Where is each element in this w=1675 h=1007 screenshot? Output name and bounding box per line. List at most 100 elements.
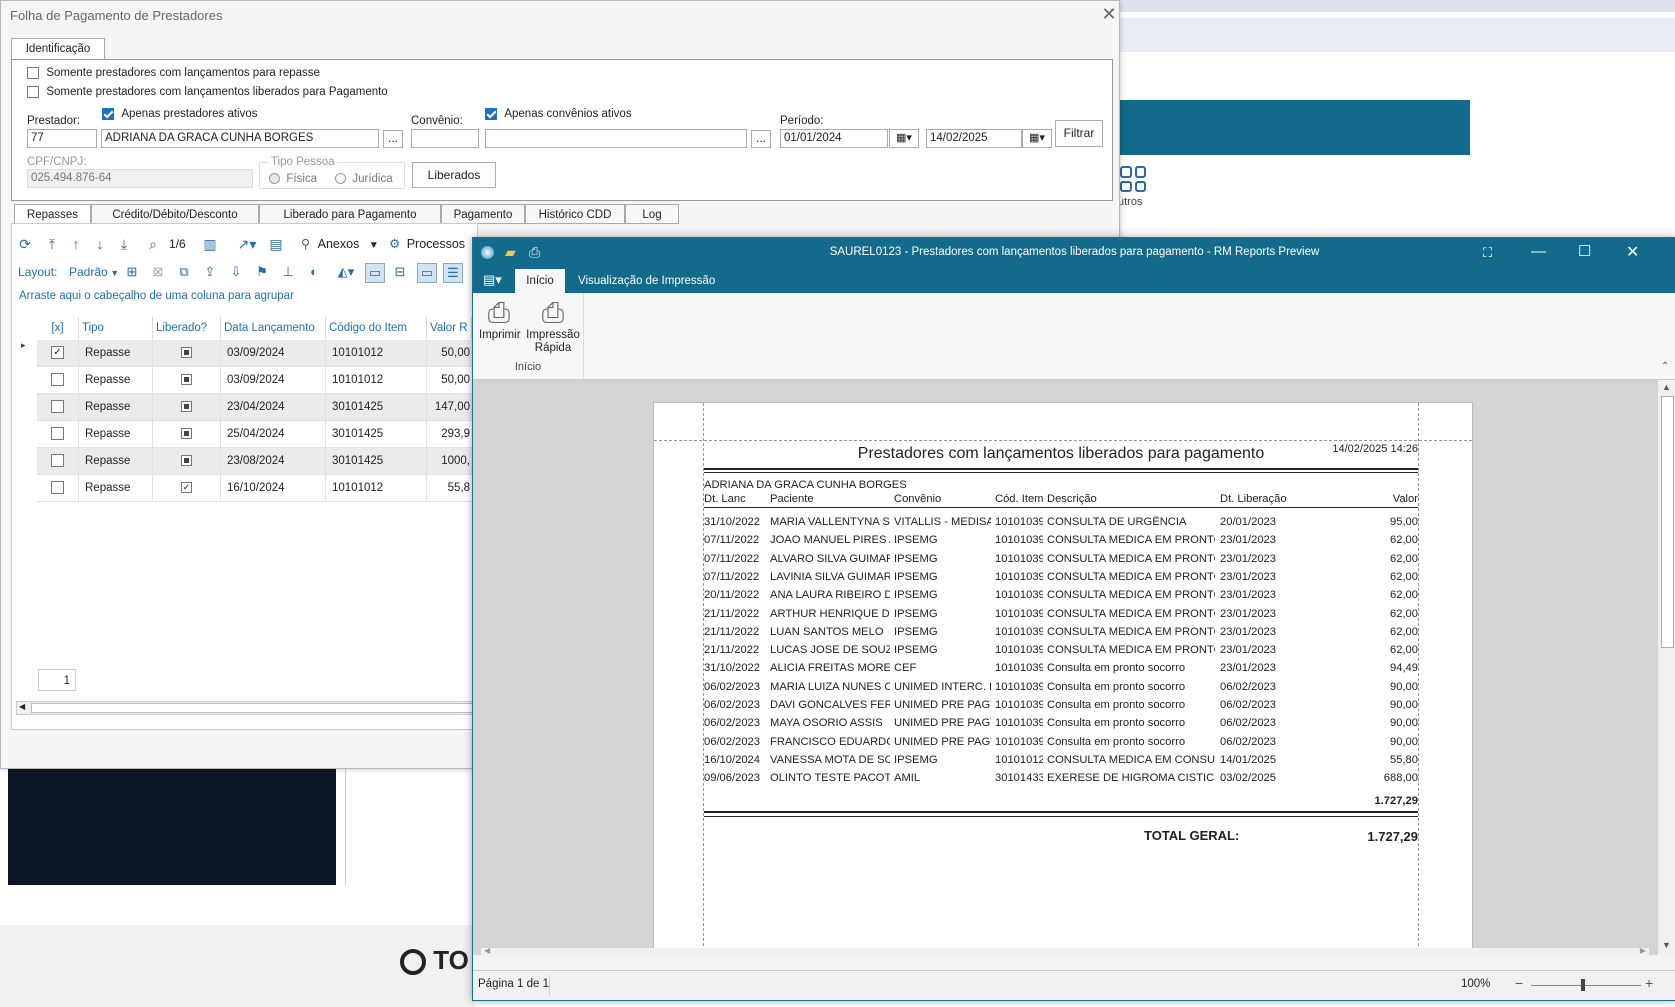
report-subtotal: 1.727,29 bbox=[1374, 795, 1418, 807]
convenio-lookup-button[interactable]: ... bbox=[751, 130, 771, 148]
ribbon-tab-visualizacao[interactable]: Visualização de Impressão bbox=[578, 269, 715, 293]
report-cell-convenio: IPSEMG bbox=[894, 570, 938, 583]
scrollbar-thumb[interactable] bbox=[31, 703, 473, 713]
check-liberados-row[interactable]: Somente prestadores com lançamentos libe… bbox=[27, 84, 388, 98]
prestador-name-input[interactable]: ADRIANA DA GRACA CUNHA BORGES bbox=[101, 129, 379, 148]
shapes-icon[interactable]: ◐ bbox=[305, 263, 323, 281]
check-repasse[interactable] bbox=[27, 66, 39, 79]
zoom-out-icon[interactable]: − bbox=[1515, 975, 1523, 991]
table-row[interactable]: Repasse 03/09/2024 10101012 50,00 bbox=[37, 367, 472, 394]
grid-header-select[interactable]: [x] bbox=[37, 317, 79, 339]
table-row[interactable]: Repasse 25/04/2024 30101425 293,9 bbox=[37, 421, 472, 448]
close-icon[interactable]: ✕ bbox=[1099, 4, 1119, 24]
close-icon[interactable]: ✕ bbox=[1626, 242, 1639, 262]
row-select-checkbox[interactable] bbox=[51, 373, 64, 387]
layout-top-icon[interactable]: ▭ bbox=[417, 263, 437, 283]
zoom-slider-thumb[interactable] bbox=[1581, 979, 1585, 991]
download-icon[interactable]: ⇩ bbox=[227, 263, 245, 281]
layout-split-icon[interactable]: ⊟ bbox=[391, 263, 409, 281]
row-select-checkbox[interactable]: ✓ bbox=[51, 346, 64, 360]
check-convenios-ativos[interactable] bbox=[485, 107, 497, 120]
chart-dropdown-icon[interactable]: ◭▾ bbox=[333, 263, 359, 281]
periodo-start-input[interactable]: 01/01/2024 bbox=[780, 129, 888, 148]
grid-header-tipo[interactable]: Tipo bbox=[79, 317, 153, 339]
edit-icon[interactable]: ⧉ bbox=[175, 263, 193, 281]
cell-valor: 293,9 bbox=[441, 428, 470, 440]
tab-log[interactable]: Log bbox=[625, 204, 679, 224]
report-cell-cod-item: 10101039 bbox=[995, 662, 1043, 675]
prestadores-ativos-row[interactable]: Apenas prestadores ativos bbox=[102, 106, 258, 120]
ribbon-menu-icon[interactable]: ▤▾ bbox=[483, 272, 502, 288]
background-outros-button[interactable]: utros bbox=[1118, 160, 1154, 230]
calendar-dropdown-icon[interactable]: ▦▾ bbox=[1022, 129, 1052, 148]
table-row[interactable]: Repasse ✓ 16/10/2024 10101012 55,8 bbox=[37, 475, 472, 502]
ribbon-tab-inicio[interactable]: Início bbox=[515, 269, 565, 293]
imprimir-button[interactable]: ⎙ Imprimir bbox=[479, 297, 521, 341]
columns-icon[interactable]: ▥ bbox=[201, 235, 219, 253]
periodo-end-input[interactable]: 14/02/2025 bbox=[926, 129, 1022, 148]
last-record-icon[interactable]: ⤓ bbox=[115, 235, 133, 253]
fullscreen-icon[interactable]: ⛶ bbox=[1483, 245, 1492, 261]
row-select-checkbox[interactable] bbox=[51, 454, 64, 468]
convenios-ativos-row[interactable]: Apenas convênios ativos bbox=[485, 106, 632, 120]
refresh-icon[interactable]: ⟳ bbox=[16, 235, 34, 253]
tab-historico-cdd[interactable]: Histórico CDD bbox=[525, 204, 625, 224]
report-cell-dt-lanc: 21/11/2022 bbox=[704, 607, 760, 620]
pushpin-icon[interactable]: ⊥ bbox=[279, 263, 297, 281]
anexos-button[interactable]: ⚲ Anexos ▼ bbox=[301, 235, 379, 253]
search-icon[interactable]: ⌕ bbox=[144, 235, 162, 253]
zoom-in-icon[interactable]: + bbox=[1645, 975, 1653, 991]
liberados-button[interactable]: Liberados bbox=[412, 162, 496, 188]
row-select-checkbox[interactable] bbox=[51, 481, 64, 495]
title-rule bbox=[704, 468, 1418, 470]
table-row[interactable]: ✓ Repasse 03/09/2024 10101012 50,00 bbox=[37, 340, 472, 367]
tab-identificacao[interactable]: Identificação bbox=[11, 38, 105, 59]
grid-header-valor[interactable]: Valor R bbox=[427, 317, 472, 339]
document-icon[interactable]: ▤ bbox=[267, 235, 285, 253]
table-row[interactable]: Repasse 23/04/2024 30101425 147,00 bbox=[37, 394, 472, 421]
prestador-lookup-button[interactable]: ... bbox=[383, 130, 403, 148]
horizontal-scrollbar[interactable]: ◀ bbox=[16, 701, 474, 715]
grid-header-liberado[interactable]: Liberado? bbox=[153, 317, 221, 339]
preview-horizontal-scrollbar[interactable]: ◀ ▶ bbox=[481, 946, 1649, 957]
prestador-code-input[interactable]: 77 bbox=[27, 129, 97, 148]
layout-rows-icon[interactable]: ☰ bbox=[443, 263, 463, 283]
tab-pagamento[interactable]: Pagamento bbox=[441, 204, 525, 224]
first-record-icon[interactable]: ⤒ bbox=[43, 235, 61, 253]
zoom-slider[interactable] bbox=[1531, 979, 1641, 991]
prestador-label: Prestador: bbox=[27, 115, 81, 127]
maximize-icon[interactable]: ☐ bbox=[1578, 242, 1591, 260]
tab-credito-debito[interactable]: Crédito/Débito/Desconto bbox=[91, 204, 259, 224]
check-prestadores-ativos[interactable] bbox=[102, 107, 114, 120]
minimize-icon[interactable]: — bbox=[1531, 243, 1546, 260]
impressao-rapida-button[interactable]: ⎙ Impressão Rápida bbox=[523, 297, 583, 355]
table-row[interactable]: Repasse 23/08/2024 30101425 1000, bbox=[37, 448, 472, 475]
previous-record-icon[interactable]: ↑ bbox=[67, 235, 85, 253]
calendar-dropdown-icon[interactable]: ▦▾ bbox=[889, 129, 919, 148]
layout-select[interactable]: Padrão ▼ bbox=[69, 263, 119, 282]
add-icon[interactable]: ⊞ bbox=[123, 263, 141, 281]
check-liberados[interactable] bbox=[27, 85, 39, 98]
tab-liberado-pagamento[interactable]: Liberado para Pagamento bbox=[259, 204, 441, 224]
preview-vertical-scrollbar[interactable]: ▲ ▼ bbox=[1658, 380, 1675, 955]
grid-header-codigo[interactable]: Código do Item bbox=[326, 317, 427, 339]
check-repasse-row[interactable]: Somente prestadores com lançamentos para… bbox=[27, 65, 320, 79]
next-record-icon[interactable]: ↓ bbox=[91, 235, 109, 253]
layout-bottom-icon[interactable]: ▭ bbox=[365, 263, 385, 283]
ribbon-collapse-icon[interactable]: ⌃ bbox=[1661, 361, 1669, 372]
delete-icon[interactable]: ⊠ bbox=[149, 263, 167, 281]
processos-button[interactable]: ⚙ Processos bbox=[389, 235, 465, 253]
export-dropdown-icon[interactable]: ↗▾ bbox=[233, 235, 261, 253]
report-cell-descricao: CONSULTA MEDICA EM PRONTO A bbox=[1047, 607, 1215, 620]
convenio-name-input[interactable] bbox=[485, 129, 747, 148]
row-select-checkbox[interactable] bbox=[51, 427, 64, 441]
row-select-checkbox[interactable] bbox=[51, 400, 64, 414]
report-preview-window: ▰ ⎙ SAUREL0123 - Prestadores com lançame… bbox=[472, 237, 1675, 1001]
upload-icon[interactable]: ⇪ bbox=[201, 263, 219, 281]
scrollbar-thumb[interactable] bbox=[1661, 396, 1674, 648]
filtrar-button[interactable]: Filtrar bbox=[1055, 120, 1103, 147]
tab-repasses[interactable]: Repasses bbox=[14, 204, 91, 224]
grid-header-data[interactable]: Data Lançamento bbox=[221, 317, 326, 339]
convenio-code-input[interactable] bbox=[411, 129, 479, 148]
pin-icon[interactable]: ⚑ bbox=[253, 263, 271, 281]
